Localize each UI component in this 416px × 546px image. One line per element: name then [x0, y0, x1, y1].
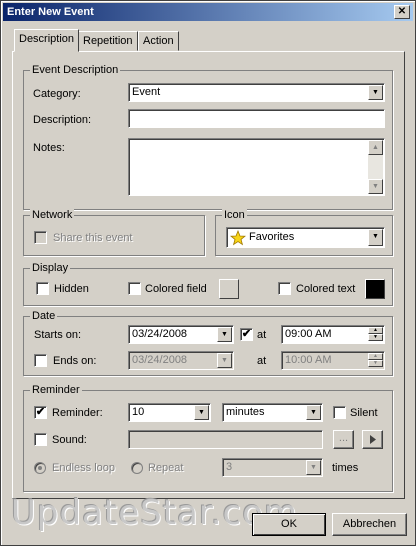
- repeat-count-value: 3: [226, 461, 233, 473]
- chevron-down-icon[interactable]: ▼: [217, 327, 232, 342]
- icon-value: Favorites: [249, 231, 295, 243]
- silent-label: Silent: [350, 407, 378, 419]
- enter-new-event-dialog: Enter New Event ✕ Description Repetition…: [0, 0, 416, 546]
- spin-up-icon[interactable]: ▲: [368, 327, 383, 334]
- start-time-spinner[interactable]: ▲ ▼: [368, 327, 383, 342]
- repeat-count-select[interactable]: 3 ▼: [222, 458, 323, 477]
- starts-on-label: Starts on:: [34, 329, 82, 341]
- chevron-down-icon[interactable]: ▼: [217, 353, 232, 368]
- start-date-value: 03/24/2008: [132, 328, 188, 340]
- reminder-group: Reminder ✔ Reminder: 10 ▼ minutes ▼ Sile…: [23, 383, 393, 492]
- category-label: Category:: [33, 88, 81, 100]
- play-icon: [370, 435, 376, 444]
- description-label: Description:: [33, 114, 92, 126]
- reminder-unit-select[interactable]: minutes ▼: [222, 403, 323, 422]
- tab-action[interactable]: Action: [138, 31, 179, 51]
- reminder-checkbox[interactable]: ✔: [34, 406, 47, 419]
- endless-loop-radio[interactable]: [34, 462, 46, 474]
- chevron-down-icon[interactable]: ▼: [368, 229, 383, 246]
- notes-textarea[interactable]: ▲ ▼: [128, 138, 385, 196]
- category-value: Event: [132, 86, 161, 98]
- hidden-checkbox[interactable]: [36, 282, 49, 295]
- share-event-checkbox[interactable]: [34, 231, 47, 244]
- tab-panel-description: Event Description Category: Event ▼ Desc…: [12, 51, 405, 499]
- date-legend: Date: [30, 309, 58, 323]
- chevron-down-icon[interactable]: ▼: [306, 405, 321, 420]
- ends-on-checkbox[interactable]: [34, 354, 47, 367]
- tab-description[interactable]: Description: [14, 29, 80, 52]
- colored-text-label: Colored text: [296, 283, 356, 295]
- spin-down-icon[interactable]: ▼: [368, 360, 383, 367]
- tab-repetition[interactable]: Repetition: [78, 31, 138, 51]
- hidden-label: Hidden: [54, 283, 89, 295]
- reminder-amount-select[interactable]: 10 ▼: [128, 403, 211, 422]
- description-input[interactable]: [128, 109, 385, 128]
- start-date-picker[interactable]: 03/24/2008 ▼: [128, 325, 234, 344]
- icon-legend: Icon: [222, 208, 247, 222]
- title-bar[interactable]: Enter New Event ✕: [3, 3, 413, 21]
- play-sound-button[interactable]: [362, 430, 383, 449]
- icon-select[interactable]: Favorites ▼: [226, 227, 385, 248]
- reminder-unit-value: minutes: [226, 406, 265, 418]
- reminder-label: Reminder:: [52, 407, 103, 419]
- reminder-legend: Reminder: [30, 383, 82, 397]
- start-time-field[interactable]: 09:00 AM ▲ ▼: [281, 325, 385, 344]
- scroll-up-icon[interactable]: ▲: [368, 140, 383, 155]
- end-time-value: 10:00 AM: [285, 354, 332, 366]
- end-time-field[interactable]: 10:00 AM ▲ ▼: [281, 351, 385, 370]
- start-at-label: at: [257, 329, 267, 341]
- end-at-label: at: [257, 355, 267, 367]
- ok-button[interactable]: OK: [252, 513, 326, 536]
- reminder-amount-value: 10: [132, 406, 145, 418]
- colored-field-checkbox[interactable]: [128, 282, 141, 295]
- ends-on-label: Ends on:: [53, 355, 97, 367]
- display-group: Display Hidden Colored field Colored tex…: [23, 261, 393, 306]
- repeat-label: Repeat: [148, 462, 184, 474]
- spin-down-icon[interactable]: ▼: [368, 334, 383, 341]
- close-button[interactable]: ✕: [394, 5, 410, 19]
- icon-group: Icon Favorites ▼: [215, 208, 393, 256]
- silent-checkbox[interactable]: [333, 406, 346, 419]
- endless-loop-label: Endless loop: [52, 462, 115, 474]
- sound-file-field[interactable]: [128, 430, 323, 449]
- start-time-checkbox[interactable]: ✔: [240, 328, 253, 341]
- window-title: Enter New Event: [7, 6, 94, 18]
- scroll-down-icon[interactable]: ▼: [368, 179, 383, 194]
- notes-scrollbar[interactable]: ▲ ▼: [368, 140, 383, 194]
- sound-label: Sound:: [52, 434, 87, 446]
- network-group: Network Share this event: [23, 208, 205, 256]
- star-icon: [230, 230, 246, 246]
- event-description-legend: Event Description: [30, 63, 121, 77]
- share-event-label: Share this event: [53, 232, 133, 244]
- cancel-button[interactable]: Abbrechen: [332, 513, 407, 536]
- display-legend: Display: [30, 261, 71, 275]
- colored-text-checkbox[interactable]: [278, 282, 291, 295]
- end-date-picker[interactable]: 03/24/2008 ▼: [128, 351, 234, 370]
- chevron-down-icon[interactable]: ▼: [368, 85, 383, 100]
- chevron-down-icon[interactable]: ▼: [194, 405, 209, 420]
- network-legend: Network: [30, 208, 75, 222]
- colored-text-swatch[interactable]: [365, 279, 385, 299]
- colored-field-swatch[interactable]: [219, 279, 239, 299]
- end-date-value: 03/24/2008: [132, 354, 188, 366]
- end-time-spinner[interactable]: ▲ ▼: [368, 353, 383, 368]
- browse-sound-button[interactable]: ...: [333, 430, 354, 449]
- chevron-down-icon[interactable]: ▼: [306, 460, 321, 475]
- sound-checkbox[interactable]: [34, 433, 47, 446]
- colored-field-label: Colored field: [145, 283, 207, 295]
- repeat-radio[interactable]: [131, 462, 143, 474]
- start-time-value: 09:00 AM: [285, 328, 332, 340]
- spin-up-icon[interactable]: ▲: [368, 353, 383, 360]
- date-group: Date Starts on: 03/24/2008 ▼ ✔ at 09:00 …: [23, 309, 393, 376]
- notes-label: Notes:: [33, 142, 65, 154]
- times-label: times: [332, 462, 359, 474]
- category-select[interactable]: Event ▼: [128, 83, 385, 102]
- event-description-group: Event Description Category: Event ▼ Desc…: [23, 63, 393, 210]
